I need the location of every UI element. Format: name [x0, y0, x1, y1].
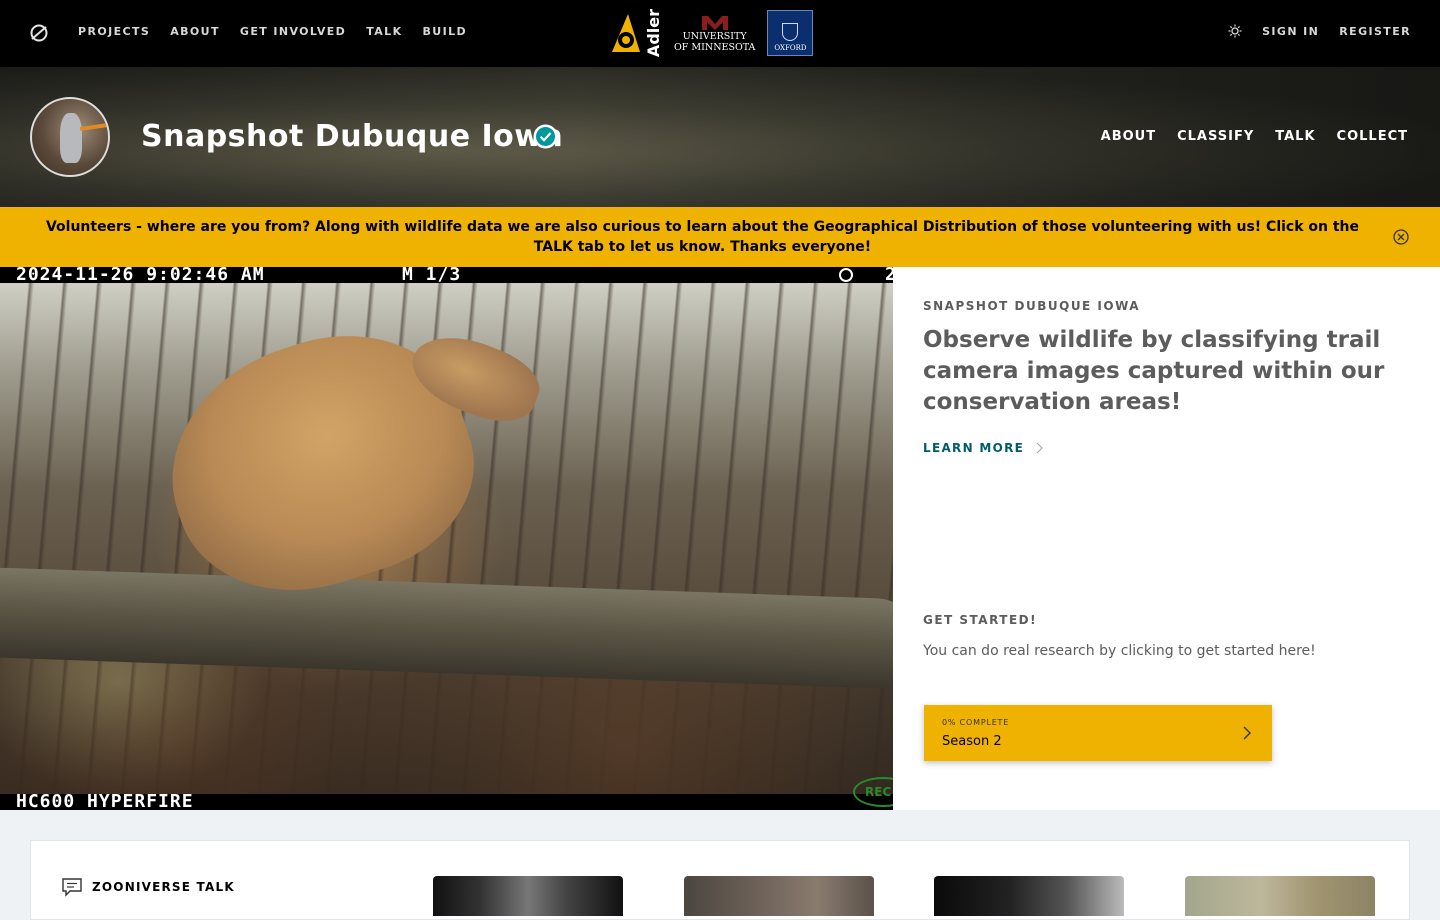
chat-bubble-icon [62, 878, 82, 897]
nav-talk[interactable]: TALK [366, 25, 402, 38]
nav-projects[interactable]: PROJECTS [78, 25, 150, 38]
camera-model-bar: HC600 HYPERFIRE [0, 791, 893, 811]
talk-thumbnail[interactable] [934, 876, 1124, 916]
project-nav-collect[interactable]: COLLECT [1337, 129, 1408, 144]
sign-in-link[interactable]: SIGN IN [1262, 25, 1319, 38]
zooniverse-logo-icon[interactable] [29, 23, 49, 43]
verified-badge-icon [533, 124, 558, 149]
talk-section: ZOONIVERSE TALK [30, 840, 1410, 920]
umn-m-icon [701, 16, 728, 30]
adler-star-icon [612, 14, 640, 52]
site-header: PROJECTS ABOUT GET INVOLVED TALK BUILD A… [0, 0, 1440, 67]
project-nav-talk[interactable]: TALK [1275, 129, 1315, 144]
project-nav-classify[interactable]: CLASSIFY [1177, 129, 1254, 144]
project-nav-about[interactable]: ABOUT [1101, 129, 1156, 144]
learn-more-link[interactable]: LEARN MORE [923, 441, 1044, 455]
camera-info-bar: 2024-11-26 9:02:46 AM M 1/3 2 [0, 267, 893, 285]
intro-headline: Observe wildlife by classifying trail ca… [923, 327, 1385, 415]
camera-model: HC600 HYPERFIRE [16, 791, 194, 811]
register-link[interactable]: REGISTER [1339, 25, 1411, 38]
project-avatar[interactable] [30, 97, 110, 177]
workflow-name: Season 2 [942, 734, 1002, 749]
project-intro: SNAPSHOT DUBUQUE IOWA Observe wildlife b… [893, 267, 1440, 810]
learn-more-label: LEARN MORE [923, 441, 1025, 455]
camera-trailing-digit: 2 [885, 267, 893, 285]
nav-build[interactable]: BUILD [423, 25, 468, 38]
workflow-progress-label: 0% COMPLETE [942, 718, 1010, 727]
adler-planetarium-logo[interactable]: Adler [608, 8, 663, 58]
heron-image [60, 113, 82, 163]
university-of-oxford-logo[interactable]: OXFORD [767, 10, 814, 56]
oxford-wordmark: OXFORD [774, 44, 807, 52]
workflow-season-2-button[interactable]: 0% COMPLETE Season 2 [924, 705, 1272, 761]
chevron-right-icon [1243, 726, 1251, 740]
site-nav: PROJECTS ABOUT GET INVOLVED TALK BUILD [78, 25, 467, 38]
university-of-minnesota-logo[interactable]: UNIVERSITY OF MINNESOTA [674, 13, 755, 53]
talk-title: ZOONIVERSE TALK [92, 880, 235, 894]
intro-eyebrow: SNAPSHOT DUBUQUE IOWA [923, 299, 1141, 313]
adler-wordmark: Adler [644, 8, 663, 58]
chevron-right-icon [1036, 442, 1044, 454]
nav-get-involved[interactable]: GET INVOLVED [240, 25, 346, 38]
talk-thumbnail[interactable] [1185, 876, 1375, 916]
announcement-banner: Volunteers - where are you from? Along w… [0, 207, 1440, 267]
moon-phase-icon [839, 268, 853, 282]
project-nav: ABOUT CLASSIFY TALK COLLECT [1101, 129, 1408, 144]
camera-timestamp: 2024-11-26 9:02:46 AM [16, 267, 265, 285]
project-title[interactable]: Snapshot Dubuque Iowa [141, 119, 563, 154]
get-started-title: GET STARTED! [923, 613, 1038, 627]
heron-beak [79, 123, 108, 131]
talk-thumbnail[interactable] [433, 876, 623, 916]
subject-image[interactable]: 2024-11-26 9:02:46 AM M 1/3 2 HC600 HYPE… [0, 267, 893, 810]
project-header: Snapshot Dubuque Iowa ABOUT CLASSIFY TAL… [0, 67, 1440, 207]
oxford-crest-icon [782, 23, 799, 41]
close-icon[interactable] [1392, 228, 1410, 246]
sun-icon[interactable] [1228, 24, 1242, 38]
partner-logos: Adler UNIVERSITY OF MINNESOTA OXFORD [608, 8, 814, 58]
auth-links: SIGN IN REGISTER [1228, 24, 1411, 38]
announcement-message: Volunteers - where are you from? Along w… [45, 219, 1360, 255]
umn-line-2: OF MINNESOTA [674, 42, 756, 53]
get-started-text: You can do real research by clicking to … [923, 643, 1316, 659]
umn-line-1: UNIVERSITY [682, 31, 747, 42]
coyote-photo [0, 283, 893, 794]
talk-thumbnail[interactable] [684, 876, 874, 916]
nav-about[interactable]: ABOUT [170, 25, 220, 38]
camera-frame: M 1/3 [402, 267, 462, 285]
